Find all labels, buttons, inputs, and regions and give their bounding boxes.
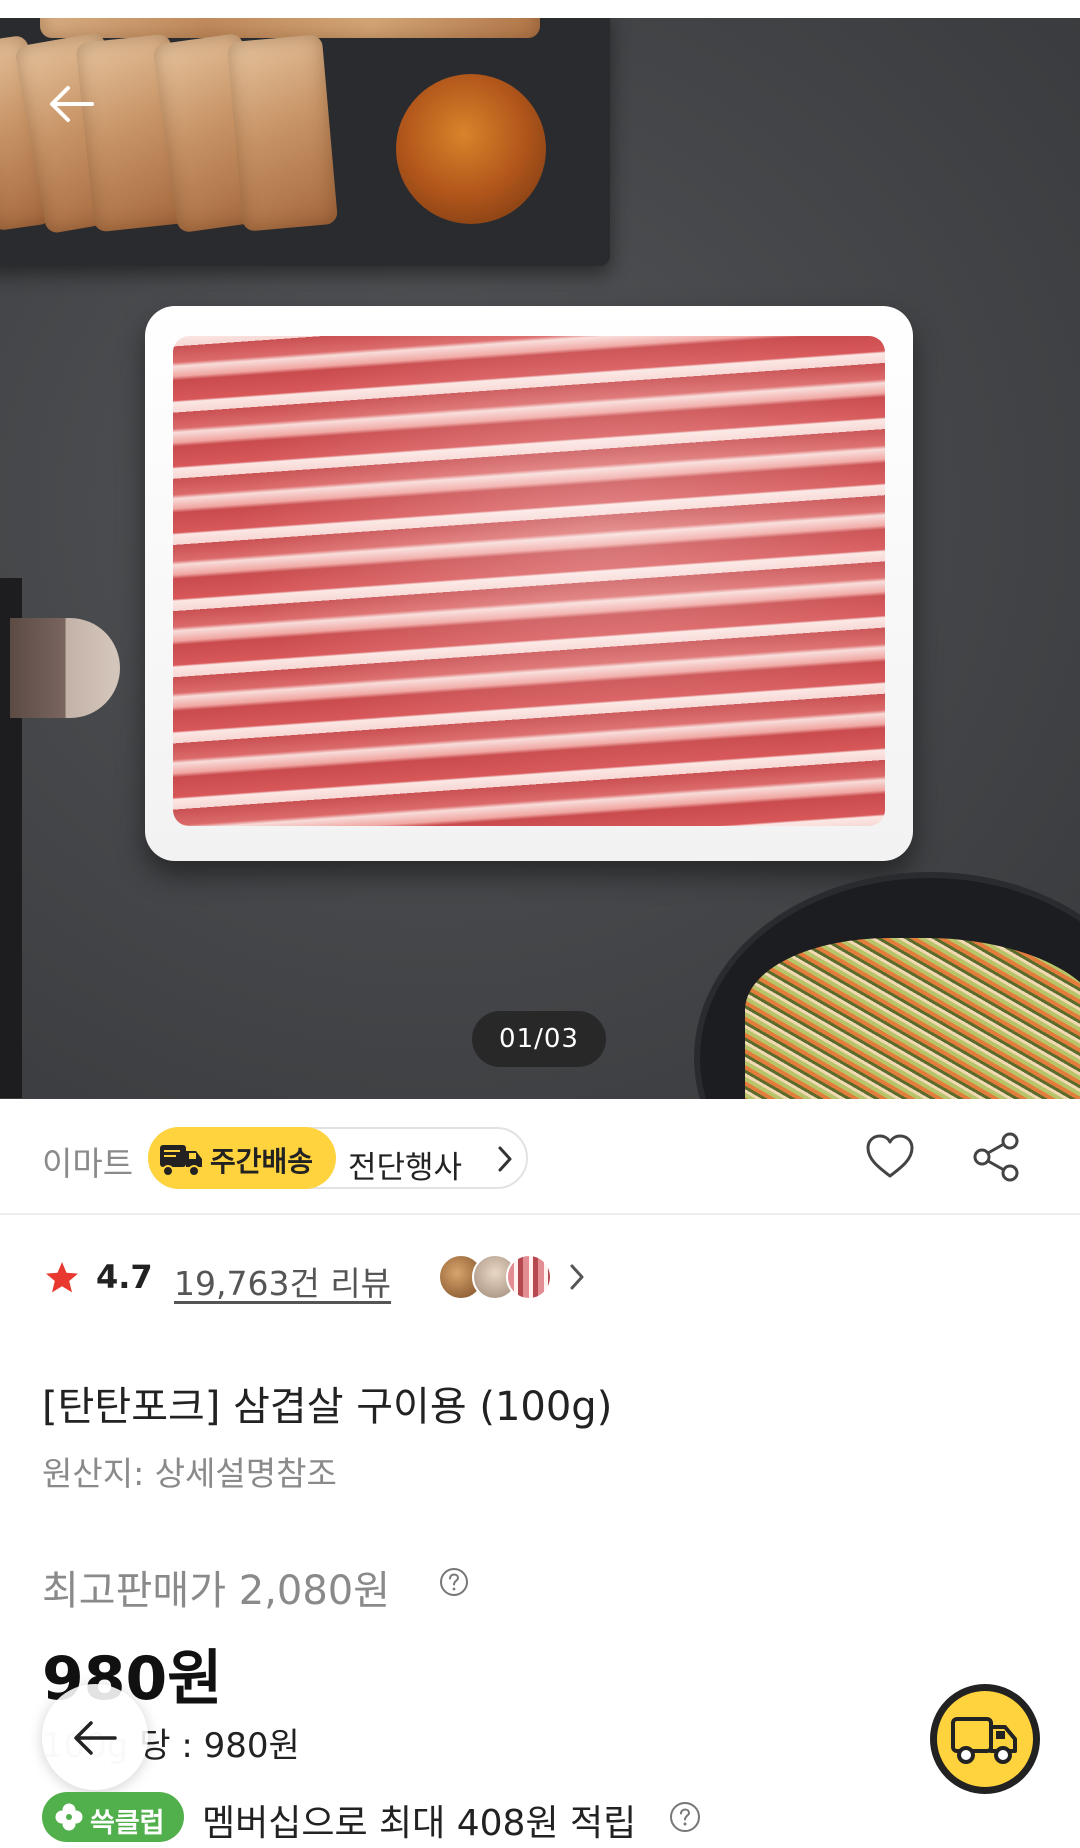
product-origin: 원산지: 상세설명참조 <box>42 1454 337 1493</box>
product-title: [탄탄포크] 삼겹살 구이용 (100g) <box>42 1384 613 1430</box>
review-count-link[interactable]: 19,763건 리뷰 <box>174 1257 391 1305</box>
pork-belly-tray-image <box>145 306 913 861</box>
green-onion-salad <box>745 938 1080 1099</box>
share-icon[interactable] <box>968 1129 1024 1185</box>
question-circle-icon[interactable] <box>668 1800 702 1834</box>
chevron-right-icon <box>498 1146 512 1172</box>
store-name[interactable]: 이마트 <box>42 1137 133 1185</box>
membership-reward-text: 멤버십으로 최대 408원 적립 <box>202 1803 637 1844</box>
review-photo-thumbnails[interactable] <box>438 1254 558 1302</box>
flyer-event-label: 전단행사 <box>348 1150 463 1186</box>
membership-row: 쓱클럽 멤버십으로 최대 408원 적립 <box>0 1786 1080 1848</box>
original-price: 최고판매가 2,080원 <box>42 1568 391 1614</box>
weekly-delivery-badge: 주간배송 <box>148 1127 336 1189</box>
ssg-club-badge: 쓱클럽 <box>42 1792 184 1842</box>
image-page-indicator: 01/03 <box>472 1011 606 1067</box>
rating-score: 4.7 <box>96 1258 153 1296</box>
product-image-carousel[interactable]: 01/03 <box>0 18 1080 1099</box>
chevron-right-icon[interactable] <box>564 1260 590 1294</box>
weekly-delivery-label: 주간배송 <box>210 1145 314 1178</box>
grilled-pork-platter <box>0 18 610 266</box>
ssg-club-label: 쓱클럽 <box>90 1808 165 1839</box>
delivery-event-chip[interactable]: 주간배송 전단행사 <box>148 1127 528 1189</box>
arrow-left-icon <box>74 1721 117 1755</box>
truck-icon <box>160 1145 202 1177</box>
heart-icon[interactable] <box>862 1129 918 1185</box>
question-circle-icon[interactable] <box>438 1566 470 1598</box>
chopstick-rest <box>10 618 120 718</box>
store-row: 이마트 주간배송 전단행사 <box>0 1099 1080 1215</box>
unit-price-value: 당 : 980원 <box>139 1726 300 1766</box>
floating-back-button[interactable] <box>42 1684 148 1790</box>
delivery-fab-button[interactable] <box>930 1684 1040 1794</box>
arrow-left-icon[interactable] <box>44 76 104 136</box>
truck-icon <box>951 1717 1017 1764</box>
clover-icon <box>55 1803 83 1831</box>
review-thumbnail <box>506 1254 552 1300</box>
rating-row[interactable]: 4.7 19,763건 리뷰 <box>0 1248 1080 1318</box>
star-icon <box>46 1262 78 1293</box>
